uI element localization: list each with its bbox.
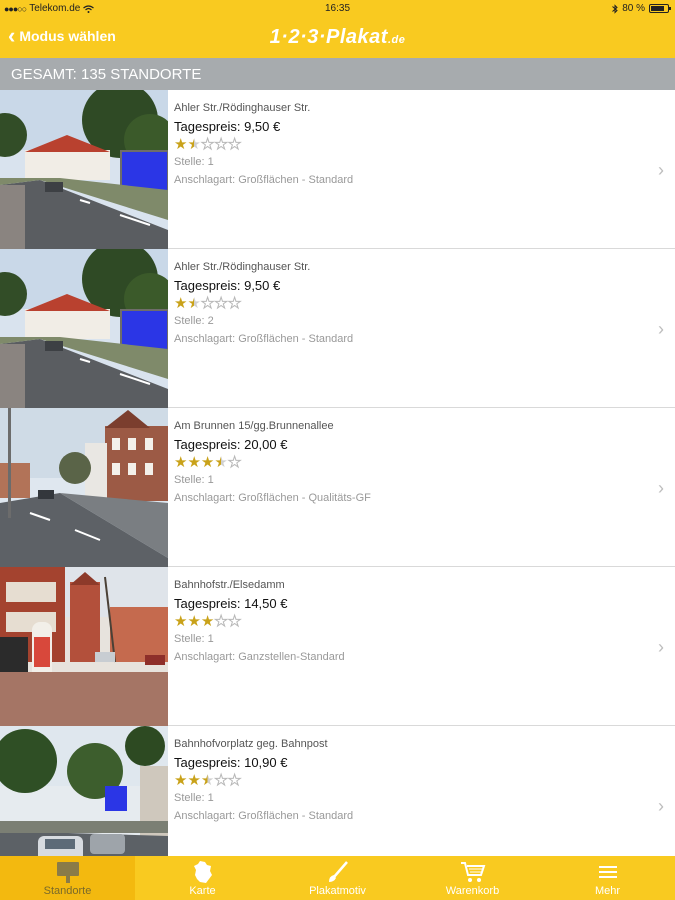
star-half-icon: ★: [187, 295, 201, 312]
tab-label: Warenkorb: [445, 885, 500, 897]
location-info: Am Brunnen 15/gg.Brunnenallee Tagespreis…: [174, 420, 645, 504]
star-full-icon: ★: [187, 454, 201, 471]
star-full-icon: ★: [174, 295, 188, 312]
location-list[interactable]: Ahler Str./Rödinghauser Str. Tagespreis:…: [0, 90, 675, 856]
star-full-icon: ★: [200, 613, 215, 630]
daily-price: Tagespreis: 14,50 €: [174, 596, 288, 611]
street-name: Bahnhofstr./Elsedamm: [174, 579, 285, 591]
location-info: Bahnhofvorplatz geg. Bahnpost Tagespreis…: [174, 738, 645, 822]
chevron-right-icon: ›: [658, 796, 664, 816]
chevron-right-icon: ›: [658, 160, 664, 180]
street-name: Am Brunnen 15/gg.Brunnenallee: [174, 420, 334, 432]
daily-price: Tagespreis: 9,50 €: [174, 119, 281, 134]
star-full-icon: ★: [187, 772, 201, 789]
anschlag-type: Anschlagart: Ganzstellen-Standard: [174, 651, 345, 663]
status-bar: ●●●○○ Telekom.de 16:35 80 %: [0, 0, 675, 18]
street-name: Ahler Str./Rödinghauser Str.: [174, 102, 311, 114]
brush-icon: [270, 860, 405, 884]
star-full-icon: ★: [174, 136, 188, 153]
location-photo: [0, 249, 168, 408]
location-info: Ahler Str./Rödinghauser Str. Tagespreis:…: [174, 261, 645, 345]
battery-fill: [651, 6, 664, 11]
tab-standorte[interactable]: Standorte: [0, 856, 135, 900]
status-right: 80 %: [612, 3, 671, 14]
anschlag-type: Anschlagart: Großflächen - Standard: [174, 174, 354, 186]
rating-stars: ★★★★★: [174, 295, 645, 312]
app-logo: 1·2·3·Plakat.de: [0, 26, 675, 49]
rating-stars: ★★★★★: [174, 613, 645, 630]
location-photo: [0, 408, 168, 567]
battery-icon: [649, 4, 671, 13]
street-name: Ahler Str./Rödinghauser Str.: [174, 261, 311, 273]
stelle-number: Stelle: 2: [174, 315, 214, 327]
stelle-number: Stelle: 1: [174, 792, 214, 804]
location-info: Bahnhofstr./Elsedamm Tagespreis: 14,50 €…: [174, 579, 645, 663]
star-half-icon: ★: [187, 136, 201, 153]
list-item[interactable]: Bahnhofstr./Elsedamm Tagespreis: 14,50 €…: [0, 567, 675, 726]
list-item[interactable]: Am Brunnen 15/gg.Brunnenallee Tagespreis…: [0, 408, 675, 567]
rating-stars: ★★★★★: [174, 454, 645, 471]
tab-warenkorb[interactable]: Warenkorb: [405, 856, 540, 900]
location-info: Ahler Str./Rödinghauser Str. Tagespreis:…: [174, 102, 645, 186]
tab-label: Mehr: [594, 885, 621, 897]
star-full-icon: ★: [174, 772, 188, 789]
chevron-right-icon: ›: [658, 478, 664, 498]
daily-price: Tagespreis: 9,50 €: [174, 278, 281, 293]
tab-label: Plakatmotiv: [309, 885, 366, 897]
star-half-icon: ★: [200, 772, 215, 789]
star-empty-icon: ★: [200, 295, 215, 312]
anschlag-type: Anschlagart: Großflächen - Standard: [174, 333, 354, 345]
star-empty-icon: ★: [227, 613, 242, 630]
list-item[interactable]: Ahler Str./Rödinghauser Str. Tagespreis:…: [0, 90, 675, 249]
star-full-icon: ★: [174, 454, 188, 471]
list-item[interactable]: Ahler Str./Rödinghauser Str. Tagespreis:…: [0, 249, 675, 408]
street-name: Bahnhofvorplatz geg. Bahnpost: [174, 738, 328, 750]
list-item[interactable]: Bahnhofvorplatz geg. Bahnpost Tagespreis…: [0, 726, 675, 856]
stelle-number: Stelle: 1: [174, 474, 214, 486]
star-empty-icon: ★: [214, 136, 228, 153]
battery-percent: 80 %: [622, 3, 645, 14]
tab-label: Karte: [189, 885, 216, 897]
star-empty-icon: ★: [227, 454, 242, 471]
chevron-right-icon: ›: [658, 637, 664, 657]
tab-label: Standorte: [43, 885, 92, 897]
tab-plakatmotiv[interactable]: Plakatmotiv: [270, 856, 405, 900]
stelle-number: Stelle: 1: [174, 633, 214, 645]
location-photo: [0, 726, 168, 856]
bluetooth-icon: [612, 3, 618, 14]
tab-bar: Standorte Karte Plakatmotiv Warenkorb Me…: [0, 856, 675, 900]
star-full-icon: ★: [174, 613, 188, 630]
star-half-icon: ★: [214, 454, 228, 471]
rating-stars: ★★★★★: [174, 136, 645, 153]
logo-main: 1·2·3·Plakat: [269, 26, 388, 48]
nav-bar: ‹ Modus wählen 1·2·3·Plakat.de: [0, 18, 675, 58]
star-full-icon: ★: [200, 454, 215, 471]
tab-mehr[interactable]: Mehr: [540, 856, 675, 900]
daily-price: Tagespreis: 10,90 €: [174, 755, 288, 770]
anschlag-type: Anschlagart: Großflächen - Standard: [174, 810, 354, 822]
tab-karte[interactable]: Karte: [135, 856, 270, 900]
star-empty-icon: ★: [214, 295, 228, 312]
star-empty-icon: ★: [227, 772, 242, 789]
rating-stars: ★★★★★: [174, 772, 645, 789]
billboard-icon: [0, 860, 135, 884]
logo-suffix: .de: [387, 34, 406, 46]
star-full-icon: ★: [187, 613, 201, 630]
section-header: GESAMT: 135 STANDORTE: [0, 58, 675, 90]
more-list-icon: [540, 860, 675, 884]
star-empty-icon: ★: [200, 136, 215, 153]
location-photo: [0, 90, 168, 249]
star-empty-icon: ★: [227, 295, 242, 312]
daily-price: Tagespreis: 20,00 €: [174, 437, 288, 452]
location-photo: [0, 567, 168, 726]
anschlag-type: Anschlagart: Großflächen - Qualitäts-GF: [174, 492, 371, 504]
stelle-number: Stelle: 1: [174, 156, 214, 168]
star-empty-icon: ★: [227, 136, 242, 153]
chevron-right-icon: ›: [658, 319, 664, 339]
cart-icon: [405, 860, 540, 884]
star-empty-icon: ★: [214, 613, 228, 630]
status-time: 16:35: [324, 3, 351, 14]
star-empty-icon: ★: [214, 772, 228, 789]
germany-map-icon: [135, 860, 270, 884]
